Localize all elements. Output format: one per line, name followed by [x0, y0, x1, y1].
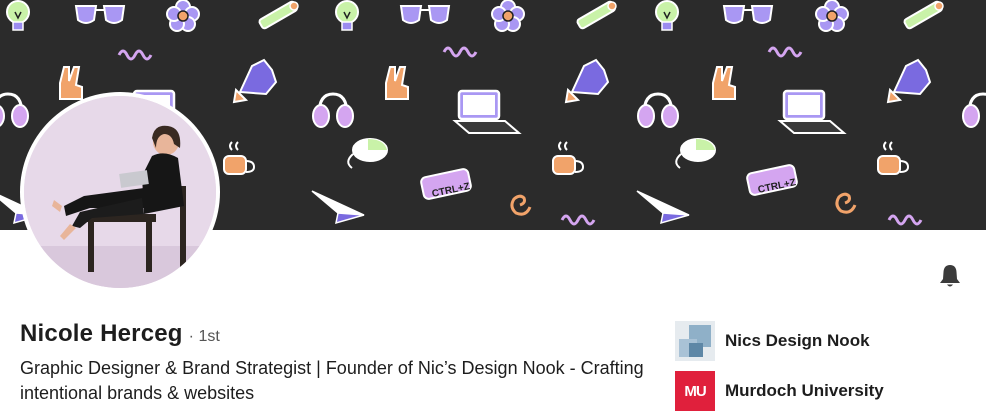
profile-name-row: Nicole Herceg · 1st: [20, 320, 220, 348]
bell-icon[interactable]: [936, 262, 964, 290]
connection-degree: · 1st: [188, 328, 220, 345]
profile-photo-illustration: [24, 96, 216, 288]
profile-photo[interactable]: [24, 96, 216, 288]
profile-headline: Graphic Designer & Brand Strategist | Fo…: [20, 358, 644, 403]
org-murdoch-university[interactable]: MU Murdoch University: [675, 366, 975, 411]
profile-name: Nicole Herceg: [20, 320, 183, 347]
murdoch-logo-text: MU: [684, 382, 706, 400]
murdoch-university-logo: MU: [675, 371, 715, 411]
profile-organizations: Nics Design Nook MU Murdoch University: [675, 316, 975, 411]
org-name: Nics Design Nook: [725, 331, 870, 350]
org-nics-design-nook[interactable]: Nics Design Nook: [675, 316, 975, 366]
org-name: Murdoch University: [725, 381, 884, 400]
nics-design-nook-logo: [675, 321, 715, 361]
